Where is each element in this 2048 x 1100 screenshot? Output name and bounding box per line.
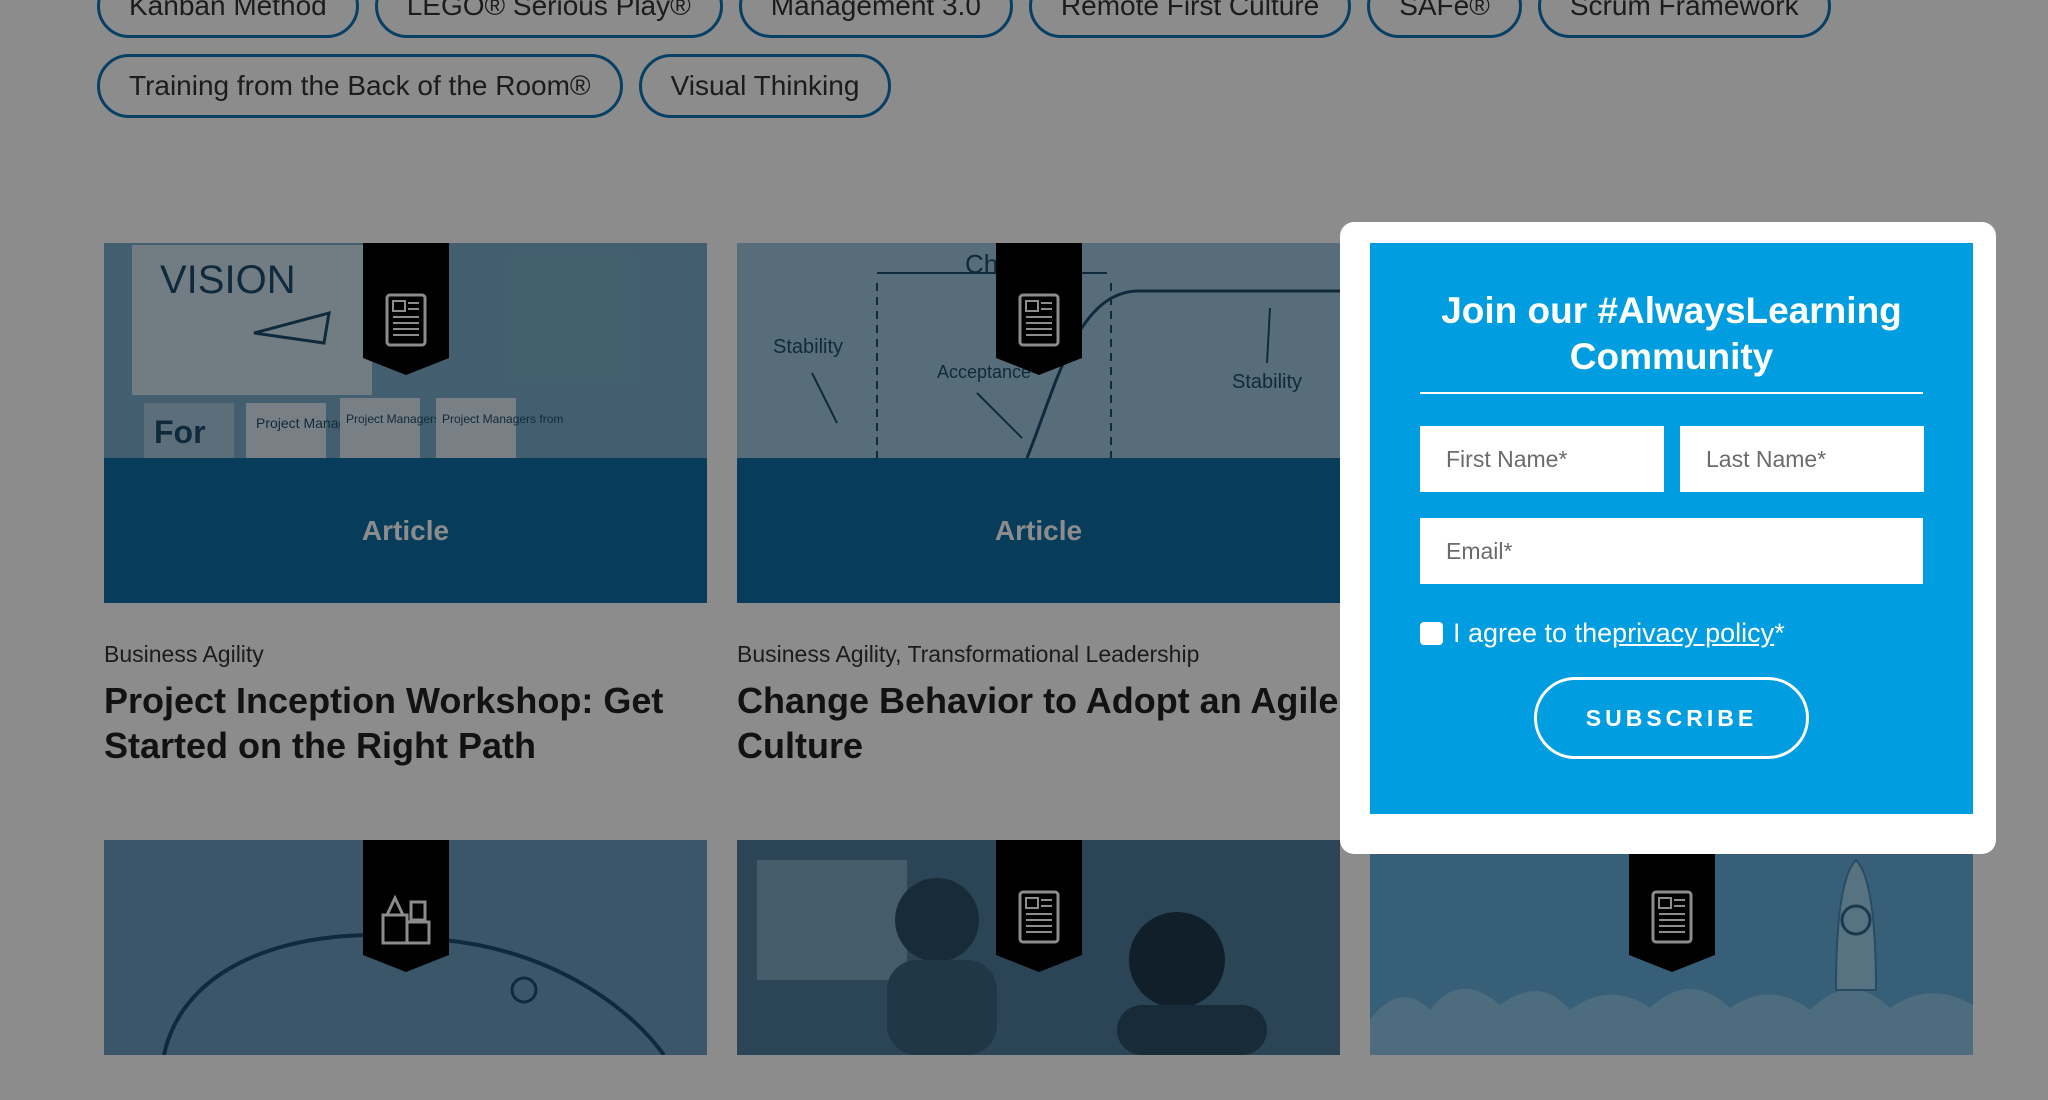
privacy-checkbox[interactable] bbox=[1420, 622, 1443, 645]
subscribe-button[interactable]: SUBSCRIBE bbox=[1534, 677, 1809, 759]
agree-prefix: I agree to the bbox=[1453, 618, 1613, 648]
last-name-field[interactable] bbox=[1680, 426, 1924, 492]
privacy-policy-link[interactable]: privacy policy bbox=[1612, 618, 1774, 649]
first-name-field[interactable] bbox=[1420, 426, 1664, 492]
modal-heading: Join our #AlwaysLearning Community bbox=[1441, 290, 1902, 377]
subscribe-form: Join our #AlwaysLearning Community I agr… bbox=[1370, 243, 1973, 814]
privacy-agreement: I agree to the privacy policy * bbox=[1420, 618, 1923, 649]
subscribe-modal: Join our #AlwaysLearning Community I agr… bbox=[1340, 222, 1996, 854]
page: Kanban Method LEGO® Serious Play® Manage… bbox=[0, 0, 2048, 1100]
agree-required-mark: * bbox=[1774, 618, 1785, 648]
modal-divider bbox=[1420, 392, 1923, 394]
email-field[interactable] bbox=[1420, 518, 1923, 584]
name-fields bbox=[1420, 426, 1924, 492]
